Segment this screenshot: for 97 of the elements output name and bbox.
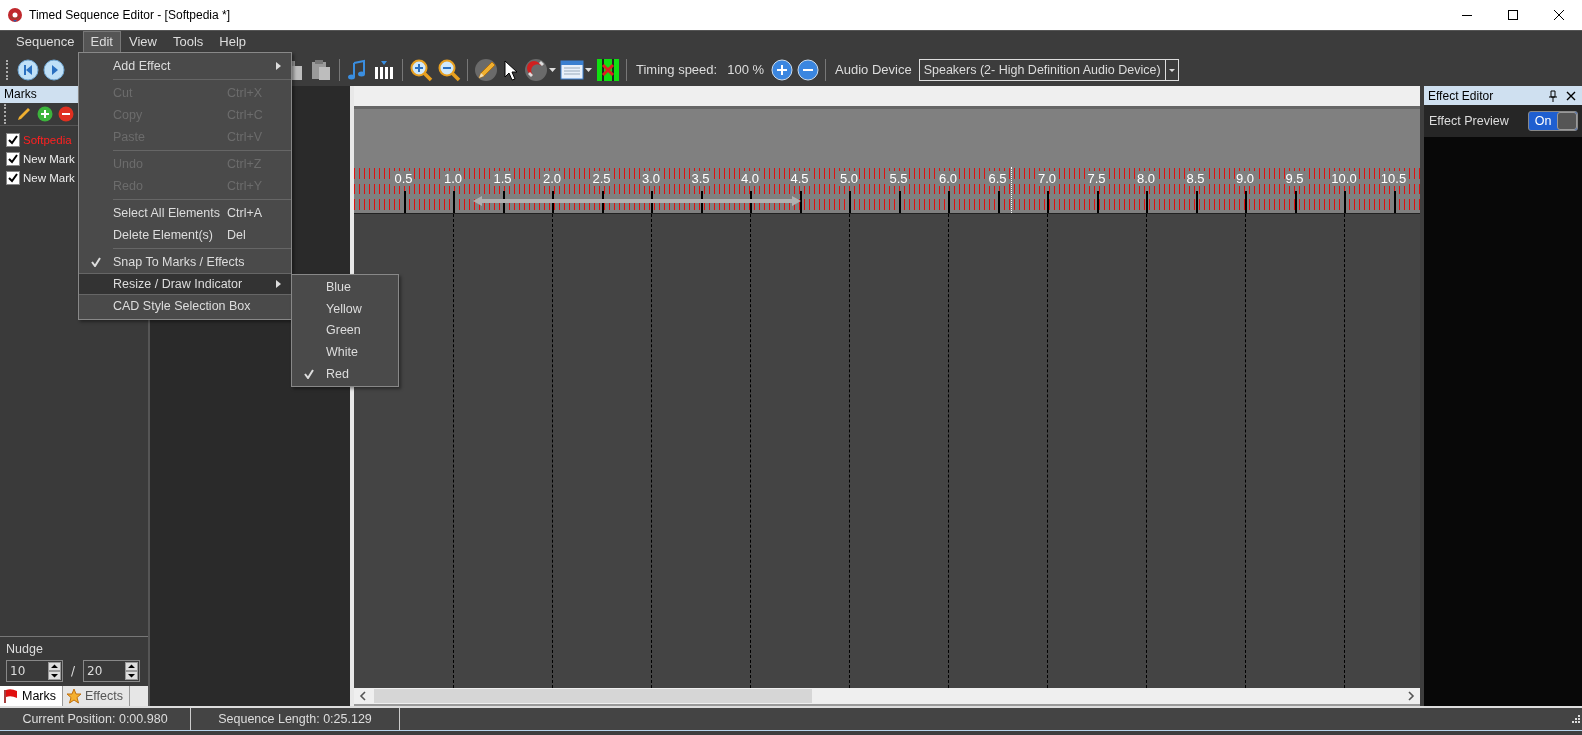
effect-preview-label: Effect Preview xyxy=(1429,114,1510,128)
number-field[interactable]: 20 xyxy=(83,660,141,682)
magnet-icon[interactable] xyxy=(524,57,548,82)
close-icon[interactable] xyxy=(1566,91,1576,101)
scroll-left-icon[interactable] xyxy=(358,691,368,701)
menu-item[interactable]: Green xyxy=(292,319,398,342)
ruler-label: 9.0 xyxy=(1234,171,1256,186)
panel-title: Effect Editor xyxy=(1428,89,1495,103)
window-title: Timed Sequence Editor - [Softpedia *] xyxy=(29,8,230,22)
menu-item[interactable]: Sequence xyxy=(8,31,83,53)
add-icon[interactable] xyxy=(37,106,53,122)
scroll-right-icon[interactable] xyxy=(1406,691,1416,701)
spinner-arrows-icon[interactable] xyxy=(48,662,61,680)
ruler-label: 5.0 xyxy=(838,171,860,186)
mark-item[interactable]: New Mark xyxy=(23,152,75,165)
scrollbar-thumb[interactable] xyxy=(374,689,812,703)
nudge-label: Nudge xyxy=(6,642,44,656)
current-position: Current Position: 0:00.980 xyxy=(0,708,191,730)
ruler-label: 3.5 xyxy=(690,171,711,186)
toggle-switch[interactable]: On xyxy=(1528,111,1578,131)
number-field[interactable]: 10 xyxy=(6,660,63,682)
timing-speed-label: Timing speed: xyxy=(635,62,719,77)
pin-icon[interactable] xyxy=(1548,90,1558,102)
checkmark-icon xyxy=(8,134,18,145)
submenu-arrow-icon xyxy=(276,280,281,288)
paste-icon[interactable] xyxy=(309,58,333,81)
remove-icon[interactable] xyxy=(58,106,74,122)
playhead-line[interactable] xyxy=(1011,167,1012,213)
spinner-arrows-icon[interactable] xyxy=(125,662,139,680)
ruler-label: 9.5 xyxy=(1284,171,1305,186)
flag-icon xyxy=(3,688,19,704)
skip-back-icon[interactable] xyxy=(17,58,39,81)
ruler-label: 4.0 xyxy=(739,171,761,186)
window-icon[interactable] xyxy=(560,58,584,81)
menu-item[interactable]: White xyxy=(292,341,398,364)
star-icon xyxy=(66,688,83,704)
checkmark-icon xyxy=(91,257,101,267)
timing-speed-value: 100 % xyxy=(726,62,766,77)
horizontal-scrollbar[interactable] xyxy=(354,688,1420,706)
mark-item[interactable]: New Mark xyxy=(23,171,75,184)
zoom-in-icon[interactable] xyxy=(409,57,433,82)
menu-item[interactable]: Blue xyxy=(292,276,398,298)
menu-item[interactable]: View xyxy=(120,31,165,53)
menu-item[interactable]: Edit xyxy=(82,31,121,53)
ruler-label: 6.5 xyxy=(987,171,1008,186)
play-icon[interactable] xyxy=(43,58,65,81)
pointer-icon[interactable] xyxy=(502,58,520,81)
caret-icon[interactable] xyxy=(585,66,592,73)
ruler-label: 7.0 xyxy=(1036,171,1058,186)
audio-device-dropdown[interactable]: Speakers (2- High Definition Audio Device) xyxy=(918,58,1179,81)
range-arrow-icon[interactable] xyxy=(472,195,802,207)
ruler-label: 8.0 xyxy=(1135,171,1157,186)
submenu-arrow-icon xyxy=(276,62,281,70)
plus-icon[interactable] xyxy=(771,58,794,81)
checkmark-icon xyxy=(8,153,18,164)
menu-item[interactable]: Tools xyxy=(164,31,212,53)
ruler-label: 10.0 xyxy=(1330,171,1358,186)
x-mark-icon[interactable] xyxy=(596,57,620,82)
menu-item[interactable]: Red xyxy=(292,363,398,385)
ruler-label: 8.5 xyxy=(1185,171,1206,186)
menu-item[interactable]: Help xyxy=(211,31,255,53)
resize-grip-icon[interactable] xyxy=(1570,714,1580,724)
ruler-label: 10.5 xyxy=(1379,171,1408,186)
ruler-label: 3.0 xyxy=(640,171,662,186)
dropdown-arrow-icon[interactable] xyxy=(1164,59,1178,80)
checkbox[interactable] xyxy=(6,170,20,185)
pencil-icon[interactable] xyxy=(474,57,498,82)
menu-item[interactable]: Select All Elements Ctrl+A xyxy=(79,202,291,224)
ruler-label: 7.5 xyxy=(1086,171,1107,186)
audio-device-label: Audio Device xyxy=(834,62,913,77)
menu-item[interactable]: Resize / Draw Indicator xyxy=(79,273,291,295)
checkbox[interactable] xyxy=(6,132,20,147)
ruler-label: 2.0 xyxy=(541,171,563,186)
pencil-icon[interactable] xyxy=(16,106,32,122)
separator-text: / xyxy=(70,664,77,678)
equalizer-icon[interactable] xyxy=(372,58,396,81)
ruler-label: 5.5 xyxy=(888,171,909,186)
zoom-out-icon[interactable] xyxy=(437,57,461,82)
ruler-label: 1.5 xyxy=(492,171,513,186)
menu-item[interactable]: Yellow xyxy=(292,297,398,320)
ruler-label: 2.5 xyxy=(591,171,612,186)
menu-item[interactable]: Snap To Marks / Effects xyxy=(79,251,291,273)
ruler-label: 6.0 xyxy=(937,171,959,186)
ruler-label: 0.5 xyxy=(393,171,414,186)
checkmark-icon xyxy=(8,172,18,183)
checkmark-icon xyxy=(304,369,314,380)
ruler-label: 1.0 xyxy=(442,171,464,186)
caret-icon[interactable] xyxy=(549,66,556,73)
panel-tab[interactable]: Marks xyxy=(0,686,64,706)
menu-item[interactable]: CAD Style Selection Box xyxy=(79,295,291,317)
menu-item[interactable]: Delete Element(s) Del xyxy=(79,224,291,246)
menu-item[interactable]: Add Effect xyxy=(79,55,291,77)
ruler-label: 4.5 xyxy=(789,171,810,186)
sequence-length: Sequence Length: 0:25.129 xyxy=(191,708,400,730)
checkbox[interactable] xyxy=(6,151,20,166)
app-logo-icon xyxy=(7,7,23,23)
minus-icon[interactable] xyxy=(797,58,820,81)
